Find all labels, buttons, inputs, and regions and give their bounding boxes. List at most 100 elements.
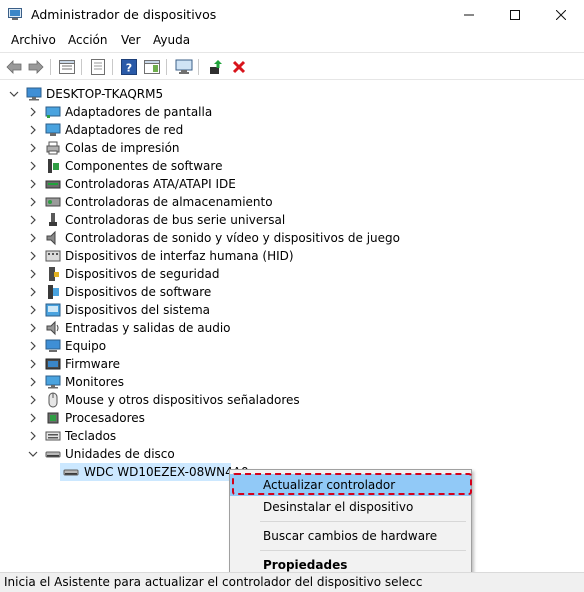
category-label: Controladoras de sonido y vídeo y dispos… [65,231,400,245]
software-device-icon [48,285,59,299]
close-button[interactable] [538,0,584,30]
menu-separator [260,521,466,522]
chevron-right-icon[interactable] [28,179,38,189]
sound-controller-icon [46,230,56,246]
tree-category-item[interactable]: Dispositivos del sistema [0,301,584,319]
computer-icon [26,87,42,101]
menu-ver[interactable]: Ver [121,33,141,47]
category-label: Monitores [65,375,124,389]
tree-category-item[interactable]: Teclados [0,427,584,445]
computer-name: DESKTOP-TKAQRM5 [46,87,164,101]
software-component-icon [48,159,59,173]
chevron-right-icon[interactable] [28,125,38,135]
tree-category-item[interactable]: Dispositivos de software [0,283,584,301]
chevron-right-icon[interactable] [28,287,38,297]
properties-toolbar-button[interactable] [57,57,77,77]
tree-category-item[interactable]: Unidades de disco [0,445,584,463]
help-icon: ? [121,59,137,75]
update-driver-button[interactable] [206,57,226,77]
chevron-right-icon[interactable] [28,269,38,279]
tree-category-item[interactable]: Componentes de software [0,157,584,175]
action-pane-button[interactable] [142,57,162,77]
tree-category-item[interactable]: Procesadores [0,409,584,427]
uninstall-device-menu-item[interactable]: Desinstalar el dispositivo [230,496,471,518]
menu-accion[interactable]: Acción [68,33,107,47]
category-label: Unidades de disco [65,447,175,461]
storage-controller-icon [45,197,61,207]
toolbar-separator [50,59,51,75]
category-label: Controladoras de almacenamiento [65,195,273,209]
menu-archivo[interactable]: Archivo [11,33,56,47]
tree-category-item[interactable]: Mouse y otros dispositivos señaladores [0,391,584,409]
maximize-button[interactable] [492,0,538,30]
uninstall-device-label: Desinstalar el dispositivo [263,500,414,514]
monitor-icon [45,375,61,389]
minimize-button[interactable] [446,0,492,30]
category-label: Controladoras ATA/ATAPI IDE [65,177,236,191]
category-label: Entradas y salidas de audio [65,321,231,335]
tree-category-item[interactable]: Firmware [0,355,584,373]
category-label: Dispositivos del sistema [65,303,211,317]
tree-category-item[interactable]: Controladoras de bus serie universal [0,211,584,229]
tree-category-item[interactable]: Equipo [0,337,584,355]
tree-category-item[interactable]: Entradas y salidas de audio [0,319,584,337]
uninstall-device-button[interactable] [229,57,249,77]
chevron-right-icon[interactable] [28,359,38,369]
scan-hardware-label: Buscar cambios de hardware [263,529,438,543]
category-label: Equipo [65,339,107,353]
chevron-right-icon[interactable] [28,341,38,351]
computer-icon [45,339,61,352]
network-adapter-icon [45,123,61,136]
close-icon [556,10,566,20]
chevron-right-icon[interactable] [28,215,38,225]
tree-category-item[interactable]: Dispositivos de seguridad [0,265,584,283]
chevron-right-icon[interactable] [28,395,38,405]
tree-category-item[interactable]: Adaptadores de pantalla [0,103,584,121]
tree-category-item[interactable]: Controladoras de sonido y vídeo y dispos… [0,229,584,247]
help-toolbar-button[interactable]: ? [119,57,139,77]
category-label: Teclados [65,429,117,443]
category-label: Adaptadores de pantalla [65,105,213,119]
menu-ayuda[interactable]: Ayuda [153,33,190,47]
processor-icon [47,412,59,424]
forward-button[interactable] [26,57,46,77]
audio-io-icon [46,320,59,336]
tree-category-item[interactable]: Dispositivos de interfaz humana (HID) [0,247,584,265]
menu-separator [260,550,466,551]
chevron-right-icon[interactable] [28,431,38,441]
category-label: Componentes de software [65,159,223,173]
tree-category-item[interactable]: Controladoras ATA/ATAPI IDE [0,175,584,193]
back-button[interactable] [4,57,24,77]
chevron-right-icon[interactable] [28,197,38,207]
tree-category-item[interactable]: Controladoras de almacenamiento [0,193,584,211]
chevron-down-icon[interactable] [28,449,38,459]
chevron-right-icon[interactable] [28,323,38,333]
chevron-down-icon[interactable] [9,89,19,99]
tree-category-item[interactable]: Adaptadores de red [0,121,584,139]
window-title: Administrador de dispositivos [31,7,217,22]
scan-hardware-menu-item[interactable]: Buscar cambios de hardware [230,525,471,547]
scan-hardware-button[interactable] [174,57,194,77]
properties-label: Propiedades [263,558,348,572]
chevron-right-icon[interactable] [28,413,38,423]
view-toolbar-button[interactable] [88,57,108,77]
annotation-highlight-box [232,473,472,495]
category-label: Dispositivos de software [65,285,212,299]
toolbar: ? [0,52,584,80]
chevron-right-icon[interactable] [28,143,38,153]
ide-controller-icon [45,180,61,189]
category-label: Dispositivos de seguridad [65,267,220,281]
tree-category-item[interactable]: Monitores [0,373,584,391]
chevron-right-icon[interactable] [28,305,38,315]
document-icon [91,59,105,75]
category-label: Procesadores [65,411,145,425]
system-device-icon [45,303,61,317]
chevron-right-icon[interactable] [28,107,38,117]
chevron-right-icon[interactable] [28,251,38,261]
print-queue-icon [46,141,60,155]
tree-root[interactable]: DESKTOP-TKAQRM5 [0,85,584,103]
chevron-right-icon[interactable] [28,377,38,387]
chevron-right-icon[interactable] [28,161,38,171]
chevron-right-icon[interactable] [28,233,38,243]
tree-category-item[interactable]: Colas de impresión [0,139,584,157]
